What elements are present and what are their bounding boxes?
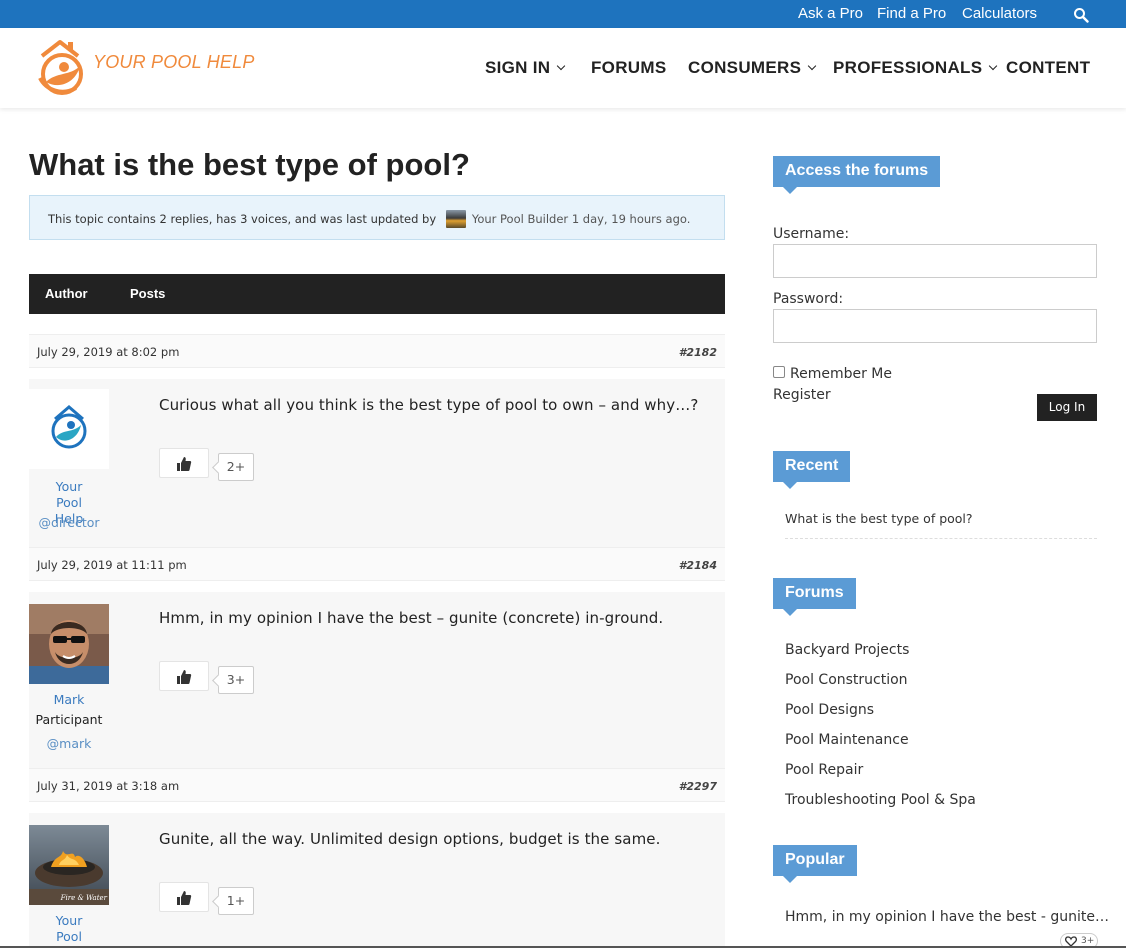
- top-bar: Ask a Pro Find a Pro Calculators: [0, 0, 1126, 28]
- avatar[interactable]: Fire & Water: [29, 825, 109, 905]
- calculators-link[interactable]: Calculators: [962, 5, 1037, 22]
- widget-title-access: Access the forums: [773, 156, 941, 194]
- last-updated-user-link[interactable]: Your Pool Builder: [472, 212, 568, 226]
- remember-me-checkbox[interactable]: [773, 366, 785, 378]
- nav-content[interactable]: CONTENT: [1006, 58, 1090, 78]
- author-handle: @mark: [46, 736, 92, 751]
- ask-a-pro-link[interactable]: Ask a Pro: [798, 5, 863, 22]
- post-body: Mark Participant @mark Hmm, in my opinio…: [29, 592, 725, 768]
- post-permalink[interactable]: #2297: [679, 780, 717, 793]
- like-button[interactable]: [159, 661, 209, 691]
- like-count: 2+: [218, 453, 254, 481]
- find-a-pro-link[interactable]: Find a Pro: [877, 5, 946, 22]
- username-field[interactable]: [773, 244, 1097, 278]
- thumbs-up-icon: [177, 670, 192, 684]
- forum-link-backyard-projects[interactable]: Backyard Projects: [785, 642, 909, 658]
- nav-professionals[interactable]: PROFESSIONALS: [833, 58, 998, 78]
- logo-text[interactable]: YOUR POOL HELP: [93, 52, 255, 73]
- like-button[interactable]: [159, 882, 209, 912]
- forum-link-troubleshooting[interactable]: Troubleshooting Pool & Spa: [785, 792, 976, 808]
- nav-sign-in[interactable]: SIGN IN: [485, 58, 566, 78]
- widget-title-recent: Recent: [773, 451, 851, 489]
- forum-link-pool-designs[interactable]: Pool Designs: [785, 702, 874, 718]
- log-in-button[interactable]: Log In: [1037, 394, 1097, 421]
- like-count: 1+: [218, 887, 254, 915]
- thumbs-up-icon: [177, 891, 192, 905]
- post-header: July 29, 2019 at 11:11 pm #2184: [29, 547, 725, 581]
- chevron-down-icon: [989, 61, 998, 71]
- post-permalink[interactable]: #2184: [679, 559, 717, 572]
- page-title: What is the best type of pool?: [29, 147, 470, 182]
- posts-table-header: Author Posts: [29, 274, 725, 314]
- forum-link-pool-repair[interactable]: Pool Repair: [785, 762, 863, 778]
- post-text: Gunite, all the way. Unlimited design op…: [159, 830, 661, 848]
- username-label: Username:: [773, 226, 850, 242]
- like-count: 3+: [218, 666, 254, 694]
- divider: [785, 538, 1097, 539]
- nav-forums[interactable]: FORUMS: [591, 58, 666, 78]
- post-text: Curious what all you think is the best t…: [159, 396, 699, 414]
- last-updated-time[interactable]: 1 day, 19 hours ago.: [572, 212, 691, 226]
- widget-title-forums: Forums: [773, 578, 856, 616]
- posts-column-header: Posts: [130, 286, 166, 301]
- post-date: July 29, 2019 at 8:02 pm: [37, 345, 180, 359]
- post-text: Hmm, in my opinion I have the best – gun…: [159, 609, 664, 627]
- author-handle: @director: [38, 515, 100, 530]
- post-permalink[interactable]: #2182: [679, 346, 717, 359]
- popular-likes-count: 3+: [1081, 936, 1095, 946]
- post-date: July 29, 2019 at 11:11 pm: [37, 558, 187, 572]
- password-field[interactable]: [773, 309, 1097, 343]
- avatar-caption: Fire & Water: [60, 894, 108, 902]
- site-header: YOUR POOL HELP SIGN IN FORUMS CONSUMERS …: [0, 28, 1126, 108]
- password-label: Password:: [773, 291, 844, 307]
- remember-me-label[interactable]: Remember Me: [790, 366, 892, 382]
- author-column-header: Author: [45, 286, 88, 301]
- post-header: July 29, 2019 at 8:02 pm #2182: [29, 334, 725, 368]
- like-button[interactable]: [159, 448, 209, 478]
- widget-title-popular: Popular: [773, 845, 857, 883]
- register-link[interactable]: Register: [773, 387, 831, 403]
- thumbs-up-icon: [177, 457, 192, 471]
- nav-consumers[interactable]: CONSUMERS: [688, 58, 817, 78]
- recent-topic-link[interactable]: What is the best type of pool?: [785, 511, 973, 526]
- chevron-down-icon: [807, 61, 817, 71]
- forum-link-pool-construction[interactable]: Pool Construction: [785, 672, 908, 688]
- search-icon[interactable]: [1073, 7, 1089, 23]
- forum-link-pool-maintenance[interactable]: Pool Maintenance: [785, 732, 909, 748]
- author-name-link[interactable]: Your Pool Builder: [29, 913, 109, 948]
- avatar[interactable]: [29, 604, 109, 684]
- post-body: Your Pool Help @director Curious what al…: [29, 379, 725, 547]
- logo-icon[interactable]: [32, 38, 94, 98]
- topic-info-notice: This topic contains 2 replies, has 3 voi…: [29, 195, 725, 240]
- post-body: Fire & Water Your Pool Builder Gunite, a…: [29, 813, 725, 948]
- popular-topic-link[interactable]: Hmm, in my opinion I have the best - gun…: [785, 909, 1109, 925]
- post-date: July 31, 2019 at 3:18 am: [37, 779, 180, 793]
- chevron-down-icon: [557, 61, 566, 71]
- author-role: Participant: [35, 712, 103, 727]
- post-header: July 31, 2019 at 3:18 am #2297: [29, 768, 725, 802]
- author-name-link[interactable]: Mark: [29, 692, 109, 708]
- avatar[interactable]: [29, 389, 109, 469]
- topic-info-text: This topic contains 2 replies, has 3 voi…: [48, 212, 437, 226]
- avatar[interactable]: [445, 210, 466, 228]
